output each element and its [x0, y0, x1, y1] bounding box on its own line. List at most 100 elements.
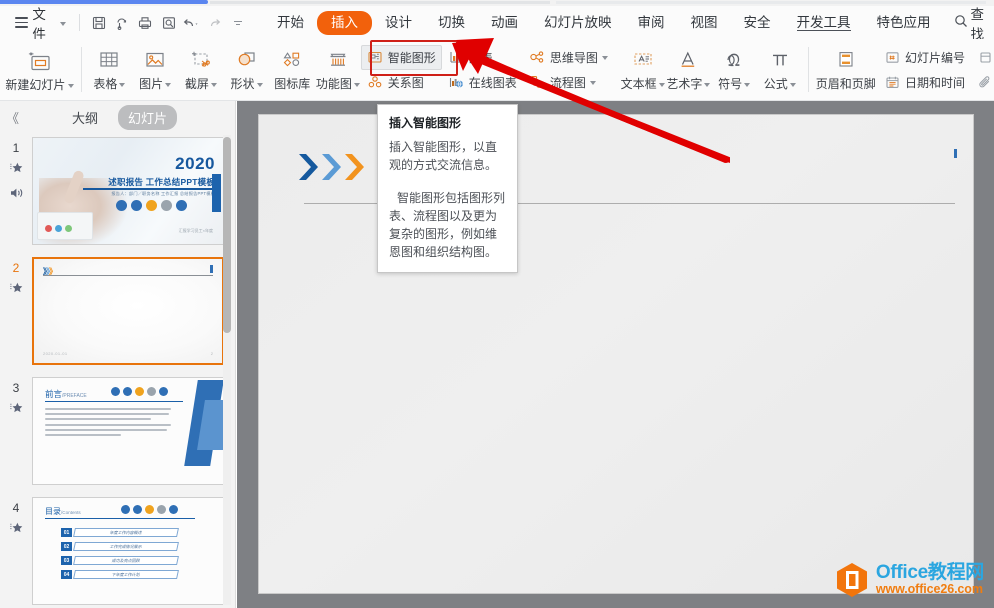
tab-start[interactable]: 开始	[264, 10, 317, 36]
search-label: 查找	[970, 6, 985, 42]
slide-number-button[interactable]: 幻灯片编号	[878, 45, 971, 70]
slide-4-preview: 目录/Contents 01 年度工作内容概述 02 工作完成情况展示 03 成…	[33, 498, 223, 604]
tab-insert[interactable]: 插入	[317, 10, 373, 35]
slide-2-page: 2	[210, 351, 213, 356]
slide-thumbnail-1[interactable]: 2020 述职报告 工作总结PPT模板 报告人：部门／职务名称 工作汇报 总结报…	[32, 137, 224, 245]
screenshot-icon	[189, 47, 213, 72]
wordart-icon	[676, 47, 700, 72]
slide-3-preview: 前言/PREFACE	[33, 378, 223, 484]
wordart-button[interactable]: 艺术字	[666, 39, 712, 100]
relation-diagram-label: 关系图	[387, 75, 424, 90]
mindmap-button[interactable]: 思维导图	[523, 45, 614, 70]
tab-developer-tools[interactable]: 开发工具	[784, 10, 864, 36]
smartart-group: 智能图形 关系图	[360, 39, 442, 100]
animation-star-icon	[9, 401, 23, 420]
header-footer-button[interactable]: 页眉和页脚	[814, 39, 879, 100]
insert-picture-button[interactable]: 图片	[132, 39, 178, 100]
textbox-button[interactable]: 文本框	[620, 39, 666, 100]
slide-thumbnail-2[interactable]: 》》》 2020-01-01 2	[32, 257, 224, 365]
tab-featured-apps[interactable]: 特色应用	[864, 10, 944, 36]
function-chart-button[interactable]: 功能图	[315, 39, 361, 100]
tab-transition[interactable]: 切换	[425, 10, 478, 45]
flowchart-button[interactable]: 流程图	[523, 70, 614, 95]
thumbnail-row[interactable]: 1 2020 述职报告 工作总结PPT模板 报告人：部门／职务名称 工作汇报 总…	[0, 137, 236, 245]
ribbon-divider	[80, 47, 82, 92]
slide-chevron-group[interactable]	[297, 152, 365, 182]
slide-3-body-text	[45, 408, 173, 439]
panel-scrollbar-thumb[interactable]	[223, 137, 231, 333]
online-chart-button[interactable]: 在线图表	[442, 70, 523, 95]
chevron-down-icon	[60, 21, 67, 26]
file-menu-button[interactable]: 文件	[0, 3, 72, 43]
insert-table-button[interactable]: 表格	[87, 39, 133, 100]
date-time-label: 日期和时间	[905, 75, 966, 90]
chevron-down-icon	[704, 82, 711, 87]
slide-thumbnail-4[interactable]: 目录/Contents 01 年度工作内容概述 02 工作完成情况展示 03 成…	[32, 497, 224, 605]
customize-toolbar-icon[interactable]	[227, 11, 250, 35]
slide-number-label: 3	[12, 381, 20, 395]
slide-1-subtitle: 报告人：部门／职务名称 工作汇报 总结报告PPT模板	[111, 191, 215, 196]
thumbnail-row[interactable]: 4 目录/Contents 01 年度工作内容概述 02 工作完成情况展示 03…	[0, 497, 236, 605]
thumbnail-row[interactable]: 2 》》》 2020-01-01 2	[0, 257, 236, 365]
slide-3-icons	[111, 387, 168, 396]
audio-speaker-icon	[9, 186, 24, 205]
icon-library-button[interactable]: 图标库	[269, 39, 315, 100]
slide-2-preview: 》》》 2020-01-01 2	[34, 259, 222, 363]
chevron-down-icon	[589, 81, 596, 85]
tab-review[interactable]: 审阅	[625, 10, 678, 36]
slide-2-handle	[210, 265, 213, 273]
collapse-panel-button[interactable]: 《	[6, 108, 19, 127]
insert-shapes-button[interactable]: 形状	[224, 39, 270, 100]
tab-slideshow[interactable]: 幻灯片放映	[531, 10, 625, 36]
thumbnail-meta: 3	[0, 377, 32, 485]
slide-4-rule	[45, 518, 195, 520]
search-icon	[954, 14, 968, 31]
slide-2-divider	[43, 275, 213, 277]
relation-diagram-button[interactable]: 关系图	[361, 70, 442, 95]
slide-thumbnail-list[interactable]: 1 2020 述职报告 工作总结PPT模板 报告人：部门／职务名称 工作汇报 总…	[0, 133, 236, 608]
panel-view-tabs: 大纲 幻灯片	[62, 105, 178, 130]
thumbnail-row[interactable]: 3 前言/PREFACE	[0, 377, 236, 485]
print-icon[interactable]	[134, 11, 157, 35]
mindmap-icon	[529, 49, 546, 66]
chart-button[interactable]: 图表	[442, 45, 523, 70]
current-slide[interactable]	[258, 114, 974, 594]
chevron-down-icon	[658, 82, 665, 87]
chevron-down-icon	[353, 82, 360, 87]
panel-tab-outline[interactable]: 大纲	[62, 105, 108, 130]
slide-4-heading: 目录/Contents	[45, 507, 81, 516]
tooltip-paragraph-1: 插入智能图形，以直观的方式交流信息。	[389, 140, 498, 172]
slide-thumbnail-3[interactable]: 前言/PREFACE	[32, 377, 224, 485]
screenshot-button[interactable]: 截屏	[178, 39, 224, 100]
date-time-button[interactable]: 日期和时间	[878, 70, 971, 95]
new-slide-button[interactable]: 新建幻灯片	[4, 39, 76, 100]
tab-design[interactable]: 设计	[372, 10, 425, 36]
mindmap-label: 思维导图	[549, 50, 598, 65]
formula-button[interactable]: 公式	[757, 39, 803, 100]
slide-3-heading: 前言/PREFACE	[45, 389, 87, 399]
ribbon-toolbar: 新建幻灯片 表格 图片 截屏 形状 图标库 功能图 智能图形 关系图 图表 在线…	[0, 39, 994, 101]
undo-icon[interactable]	[180, 11, 203, 35]
thumbnail-meta: 2	[0, 257, 32, 365]
panel-tab-slides[interactable]: 幻灯片	[118, 105, 178, 130]
function-chart-icon	[326, 47, 350, 72]
slide-handle-marker[interactable]	[954, 149, 957, 158]
save-icon[interactable]	[87, 11, 110, 35]
symbol-button[interactable]: 符号	[711, 39, 757, 100]
object-button[interactable]	[971, 45, 994, 70]
shapes-icon	[235, 47, 259, 72]
smartart-tooltip: 插入智能图形 插入智能图形，以直观的方式交流信息。 智能图形包括图形列表、流程图…	[377, 104, 518, 273]
print-preview-icon[interactable]	[157, 11, 180, 35]
tab-security[interactable]: 安全	[731, 10, 784, 36]
tab-view[interactable]: 视图	[678, 10, 731, 36]
tab-animation[interactable]: 动画	[478, 10, 531, 36]
symbol-icon	[722, 47, 746, 72]
cloud-sync-icon[interactable]	[111, 11, 134, 35]
redo-icon[interactable]	[204, 11, 227, 35]
smartart-button[interactable]: 智能图形	[360, 44, 442, 70]
attachment-button[interactable]	[971, 70, 994, 95]
tooltip-paragraph-2: 智能图形包括图形列表、流程图以及更为复杂的图形，例如维恩图和组织结构图。	[389, 191, 506, 259]
object-icon	[977, 49, 994, 66]
light-blue-chevron	[322, 154, 341, 180]
animation-star-icon	[9, 281, 23, 300]
